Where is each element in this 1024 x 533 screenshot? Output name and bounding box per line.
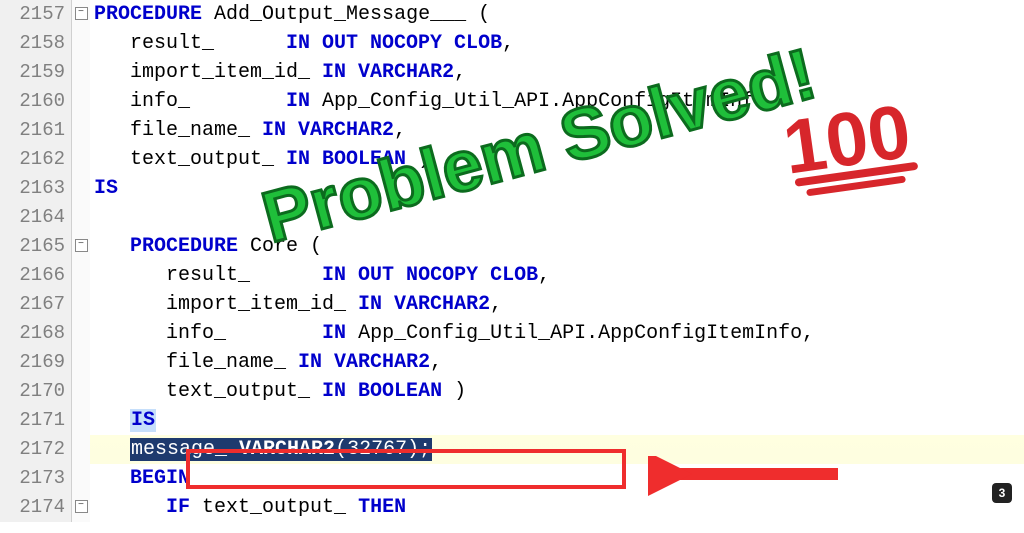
notification-badge: 3 <box>992 483 1012 503</box>
code-line[interactable]: 2161 file_name_ IN VARCHAR2, <box>0 116 1024 145</box>
code-line[interactable]: 2174− IF text_output_ THEN <box>0 493 1024 522</box>
code-line[interactable]: 2166 result_ IN OUT NOCOPY CLOB, <box>0 261 1024 290</box>
line-number[interactable]: 2171 <box>0 406 72 435</box>
code-line[interactable]: 2157−PROCEDURE Add_Output_Message___ ( <box>0 0 1024 29</box>
code-line[interactable]: 2173 BEGIN <box>0 464 1024 493</box>
fold-gutter[interactable] <box>72 145 90 174</box>
code-content[interactable]: text_output_ IN BOOLEAN ) <box>90 145 1024 174</box>
fold-gutter[interactable] <box>72 174 90 203</box>
line-number[interactable]: 2168 <box>0 319 72 348</box>
code-content[interactable] <box>90 203 1024 232</box>
code-content[interactable]: IS <box>90 406 1024 435</box>
line-number[interactable]: 2164 <box>0 203 72 232</box>
fold-toggle-icon[interactable]: − <box>75 239 88 252</box>
fold-gutter[interactable]: − <box>72 0 90 29</box>
code-content[interactable]: result_ IN OUT NOCOPY CLOB, <box>90 29 1024 58</box>
code-line[interactable]: 2159 import_item_id_ IN VARCHAR2, <box>0 58 1024 87</box>
fold-gutter[interactable] <box>72 290 90 319</box>
code-line[interactable]: 2171 IS <box>0 406 1024 435</box>
code-line[interactable]: 2172 message_ VARCHAR2(32767); <box>0 435 1024 464</box>
fold-gutter[interactable] <box>72 29 90 58</box>
fold-toggle-icon[interactable]: − <box>75 7 88 20</box>
code-line[interactable]: 2162 text_output_ IN BOOLEAN ) <box>0 145 1024 174</box>
line-number[interactable]: 2169 <box>0 348 72 377</box>
code-editor[interactable]: 2157−PROCEDURE Add_Output_Message___ (21… <box>0 0 1024 522</box>
code-content[interactable]: PROCEDURE Add_Output_Message___ ( <box>90 0 1024 29</box>
code-line[interactable]: 2164 <box>0 203 1024 232</box>
code-line[interactable]: 2158 result_ IN OUT NOCOPY CLOB, <box>0 29 1024 58</box>
line-number[interactable]: 2159 <box>0 58 72 87</box>
line-number[interactable]: 2167 <box>0 290 72 319</box>
selected-text[interactable]: message_ VARCHAR2(32767); <box>130 438 432 461</box>
code-line[interactable]: 2167 import_item_id_ IN VARCHAR2, <box>0 290 1024 319</box>
code-content[interactable]: import_item_id_ IN VARCHAR2, <box>90 58 1024 87</box>
fold-gutter[interactable] <box>72 261 90 290</box>
line-number[interactable]: 2166 <box>0 261 72 290</box>
line-number[interactable]: 2160 <box>0 87 72 116</box>
code-content[interactable]: info_ IN App_Config_Util_API.AppConfigIt… <box>90 319 1024 348</box>
code-line[interactable]: 2169 file_name_ IN VARCHAR2, <box>0 348 1024 377</box>
line-number[interactable]: 2172 <box>0 435 72 464</box>
code-line[interactable]: 2170 text_output_ IN BOOLEAN ) <box>0 377 1024 406</box>
line-number[interactable]: 2157 <box>0 0 72 29</box>
code-content[interactable]: BEGIN <box>90 464 1024 493</box>
fold-gutter[interactable]: − <box>72 493 90 522</box>
fold-gutter[interactable]: − <box>72 232 90 261</box>
line-number[interactable]: 2170 <box>0 377 72 406</box>
line-number[interactable]: 2174 <box>0 493 72 522</box>
code-content[interactable]: PROCEDURE Core ( <box>90 232 1024 261</box>
fold-gutter[interactable] <box>72 319 90 348</box>
code-content[interactable]: file_name_ IN VARCHAR2, <box>90 116 1024 145</box>
fold-gutter[interactable] <box>72 58 90 87</box>
fold-gutter[interactable] <box>72 348 90 377</box>
code-content[interactable]: message_ VARCHAR2(32767); <box>90 435 1024 464</box>
code-content[interactable]: file_name_ IN VARCHAR2, <box>90 348 1024 377</box>
code-content[interactable]: IF text_output_ THEN <box>90 493 1024 522</box>
code-line[interactable]: 2168 info_ IN App_Config_Util_API.AppCon… <box>0 319 1024 348</box>
line-number[interactable]: 2161 <box>0 116 72 145</box>
line-number[interactable]: 2162 <box>0 145 72 174</box>
code-content[interactable]: text_output_ IN BOOLEAN ) <box>90 377 1024 406</box>
line-number[interactable]: 2163 <box>0 174 72 203</box>
code-content[interactable]: info_ IN App_Config_Util_API.AppConfigIt… <box>90 87 1024 116</box>
fold-gutter[interactable] <box>72 435 90 464</box>
fold-gutter[interactable] <box>72 203 90 232</box>
line-number[interactable]: 2173 <box>0 464 72 493</box>
code-content[interactable]: import_item_id_ IN VARCHAR2, <box>90 290 1024 319</box>
code-line[interactable]: 2160 info_ IN App_Config_Util_API.AppCon… <box>0 87 1024 116</box>
code-content[interactable]: result_ IN OUT NOCOPY CLOB, <box>90 261 1024 290</box>
fold-gutter[interactable] <box>72 377 90 406</box>
line-number[interactable]: 2165 <box>0 232 72 261</box>
fold-toggle-icon[interactable]: − <box>75 500 88 513</box>
fold-gutter[interactable] <box>72 116 90 145</box>
code-line[interactable]: 2165− PROCEDURE Core ( <box>0 232 1024 261</box>
fold-gutter[interactable] <box>72 406 90 435</box>
line-number[interactable]: 2158 <box>0 29 72 58</box>
code-content[interactable]: IS <box>90 174 1024 203</box>
code-line[interactable]: 2163 IS <box>0 174 1024 203</box>
fold-gutter[interactable] <box>72 464 90 493</box>
fold-gutter[interactable] <box>72 87 90 116</box>
